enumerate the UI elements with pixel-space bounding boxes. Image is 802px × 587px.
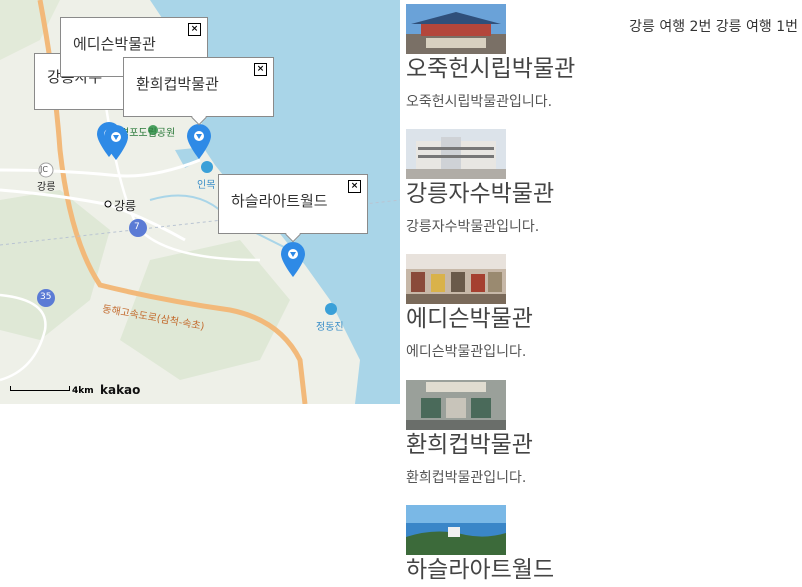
scale-label: 4km: [72, 386, 94, 396]
place-item[interactable]: 오죽헌시립박물관 오죽헌시립박물관입니다.: [406, 4, 796, 111]
place-item[interactable]: 환희컵박물관 환희컵박물관입니다.: [406, 380, 796, 487]
close-icon[interactable]: ×: [254, 63, 267, 76]
place-name[interactable]: 하슬라아트월드: [406, 556, 796, 584]
place-thumbnail[interactable]: [406, 129, 506, 179]
place-thumbnail[interactable]: [406, 254, 506, 304]
place-desc: 에디슨박물관입니다.: [406, 344, 527, 360]
infowindow-label: 환희컵박물관: [136, 75, 219, 93]
place-desc: 오죽헌시립박물관입니다.: [406, 94, 553, 110]
infowindow-label: 에디슨박물관: [73, 35, 156, 53]
map-label-gangneung: 강릉: [114, 199, 137, 213]
scale-bar: [10, 386, 70, 391]
map-view[interactable]: 강릉 JC 강릉 7 35 경포도립공원 인목 정동진 동해고속도로(삼척-속초…: [0, 0, 400, 404]
map-label-gangneung-jc: 강릉: [37, 182, 56, 193]
place-thumbnail[interactable]: [406, 4, 506, 54]
place-name[interactable]: 에디슨박물관: [406, 305, 796, 333]
infowindow-haslla: 하슬라아트월드 ×: [218, 174, 368, 243]
infowindow-hanhee: 환희컵박물관 ×: [123, 57, 274, 126]
map-marker-icon[interactable]: [186, 124, 212, 160]
place-thumbnail[interactable]: [406, 380, 506, 430]
route-7-shield: 7: [134, 222, 140, 232]
close-icon[interactable]: ×: [348, 180, 361, 193]
place-thumbnail[interactable]: [406, 505, 506, 555]
close-icon[interactable]: ×: [188, 23, 201, 36]
map-marker-icon[interactable]: [103, 125, 129, 161]
place-item[interactable]: 하슬라아트월드: [406, 505, 796, 584]
infowindow-label: 하슬라아트월드: [231, 192, 328, 210]
map-marker-icon[interactable]: [280, 242, 306, 278]
place-item[interactable]: 에디슨박물관 에디슨박물관입니다.: [406, 254, 796, 361]
map-logo: kakao: [100, 383, 141, 397]
place-name[interactable]: 환희컵박물관: [406, 431, 796, 459]
map-label-jc: JC: [40, 165, 48, 174]
place-name[interactable]: 강릉자수박물관: [406, 180, 796, 208]
map-label-inmok: 인목: [197, 180, 216, 191]
place-name[interactable]: 오죽헌시립박물관: [406, 55, 796, 83]
place-desc: 환희컵박물관입니다.: [406, 470, 527, 486]
route-35-shield: 35: [40, 292, 52, 302]
place-desc: 강릉자수박물관입니다.: [406, 219, 540, 235]
map-label-jeongdongjin: 정동진: [316, 322, 344, 333]
place-item[interactable]: 강릉자수박물관 강릉자수박물관입니다.: [406, 129, 796, 236]
